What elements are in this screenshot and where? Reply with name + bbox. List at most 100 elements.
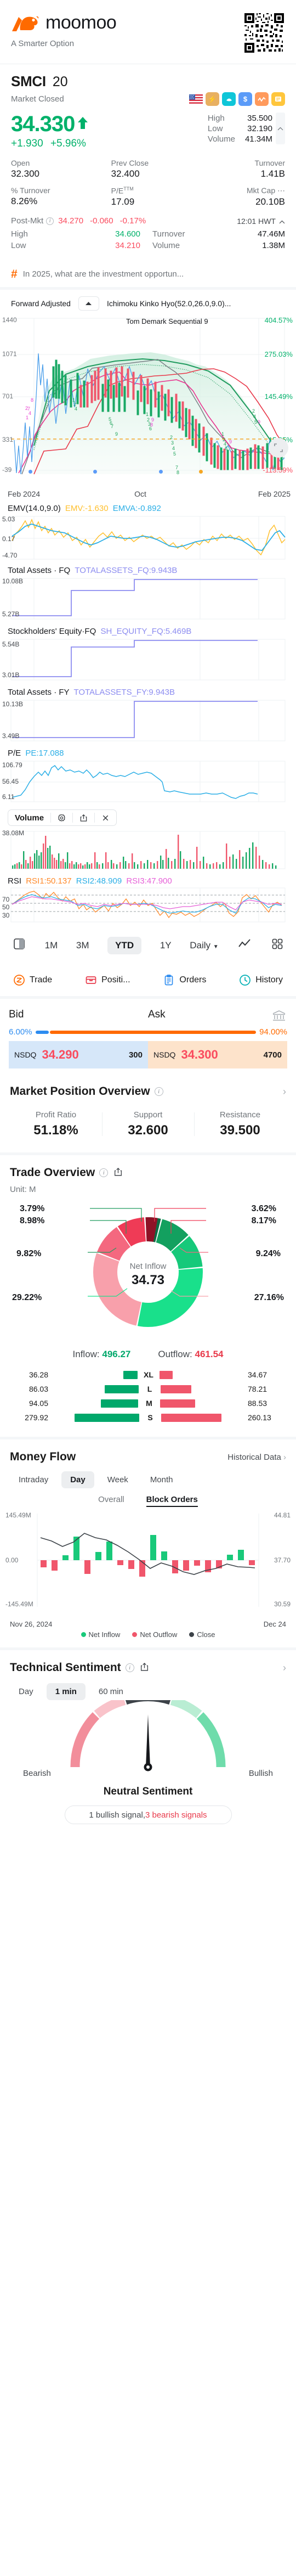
lightning-level1-icon[interactable]: ⚡	[206, 92, 219, 106]
interval-selector[interactable]: Daily ▼	[190, 940, 218, 951]
bid-ask-header: Bid Ask	[9, 1009, 287, 1021]
quote-expand-button[interactable]	[276, 113, 285, 144]
symbol-row[interactable]: SMCI 20	[11, 73, 285, 90]
ts-tab-1min[interactable]: 1 min	[46, 1683, 86, 1700]
period-ytd[interactable]: YTD	[107, 936, 142, 954]
history-label: History	[255, 975, 283, 985]
ts-tab-day[interactable]: Day	[10, 1683, 42, 1700]
subchart-axis-mid: 56.45	[2, 778, 19, 785]
ts-tab-60min[interactable]: 60 min	[90, 1683, 132, 1700]
rsi1-value: RSI1:50.137	[26, 876, 72, 886]
orders-icon	[165, 974, 173, 986]
bank-icon[interactable]	[272, 1010, 286, 1025]
legend-close: Close	[189, 1630, 215, 1639]
market-position-header[interactable]: Market Position Overview i ›	[0, 1074, 296, 1098]
trade-button[interactable]: Trade	[13, 974, 52, 986]
stat-label: P/ETTM	[111, 186, 134, 195]
technical-sentiment-title: Technical Sentiment	[10, 1661, 121, 1674]
bid-ask-ratio-bar: 6.00% 94.00%	[9, 1027, 287, 1037]
info-icon[interactable]: i	[125, 1663, 134, 1672]
dollar-icon[interactable]: $	[238, 92, 252, 106]
subchart-total-assets-fq[interactable]: Total Assets · FQ TOTALASSETS_FQ:9.943B …	[0, 560, 296, 621]
price-main: 34.330 +1.930 +5.96%	[11, 113, 90, 150]
options-icon[interactable]	[222, 92, 236, 106]
chart-x-axis: Feb 2024 Oct Feb 2025	[0, 488, 296, 498]
chevron-up-icon[interactable]	[78, 296, 99, 311]
mf-tab-month[interactable]: Month	[141, 1471, 182, 1488]
row-inflow-bar	[105, 1385, 139, 1393]
grid-icon[interactable]	[271, 935, 284, 955]
period-3m[interactable]: 3M	[76, 940, 89, 951]
chart-r-label-1: 275.03%	[264, 350, 293, 358]
stat-open: Open 32.300	[11, 159, 103, 179]
svg-text:1: 1	[146, 412, 149, 417]
line-chart-icon[interactable]	[237, 935, 252, 955]
event-dot[interactable]	[29, 470, 32, 474]
subchart-body: 10.13B 3.49B	[0, 698, 296, 743]
subchart-total-assets-fy[interactable]: Total Assets · FY TOTALASSETS_FY:9.943B …	[0, 682, 296, 743]
subchart-name: Total Assets · FY	[8, 688, 70, 697]
price-chart[interactable]: Tom Demark Sequential 9 1440 1071 701 33…	[0, 314, 296, 488]
subchart-axis-bot: 5.27B	[2, 610, 20, 618]
subchart-emv[interactable]: EMV(14.0,9.0) EMV:-1.630 EMVA:-0.892 5.0…	[0, 498, 296, 560]
ask-cell[interactable]: NSDQ 34.300 4700	[148, 1041, 287, 1068]
pm-turnover-label: Turnover	[152, 229, 185, 239]
expand-icon[interactable]	[269, 438, 288, 458]
share-icon[interactable]	[73, 814, 94, 822]
flow-breakdown-table: 36.28 XL 34.67 86.03 L 78.21 94.05 M 88.…	[0, 1360, 296, 1437]
news-strip[interactable]: # In 2025, what are the investment oppor…	[0, 261, 296, 287]
volume-axis-top: 38.08M	[2, 829, 25, 837]
subchart-rsi[interactable]: RSI RSI1:50.137 RSI2:48.909 RSI3:47.900 …	[0, 871, 296, 925]
forward-adjusted-label[interactable]: Forward Adjusted	[11, 299, 71, 308]
subchart-volume[interactable]: Volume 38.08M	[0, 804, 296, 871]
event-dot[interactable]	[159, 470, 163, 474]
subchart-value-emv: EMV:-1.630	[65, 504, 109, 513]
period-1y[interactable]: 1Y	[160, 940, 172, 951]
history-button[interactable]: History	[239, 974, 283, 986]
event-dot[interactable]	[93, 470, 97, 474]
chevron-right-icon[interactable]: ›	[283, 1086, 286, 1098]
info-icon[interactable]: i	[46, 217, 54, 225]
chevron-right-icon[interactable]: ›	[283, 1662, 286, 1674]
row-inflow-bar	[75, 1413, 139, 1422]
mf-subtab-overall[interactable]: Overall	[98, 1495, 124, 1507]
chart-line-icon[interactable]	[255, 92, 269, 106]
subchart-value: TOTALASSETS_FQ:9.943B	[75, 566, 178, 575]
positions-button[interactable]: Positi...	[85, 974, 130, 986]
event-dot[interactable]	[199, 470, 203, 474]
subchart-stockholders-equity-fq[interactable]: Stockholders' Equity·FQ SH_EQUITY_FQ:5.4…	[0, 621, 296, 682]
subchart-title: Total Assets · FY TOTALASSETS_FY:9.943B	[0, 688, 296, 698]
rsi2-value: RSI2:48.909	[76, 876, 122, 886]
split-view-icon[interactable]	[12, 934, 26, 957]
share-icon[interactable]	[113, 1167, 123, 1179]
mf-tab-week[interactable]: Week	[99, 1471, 137, 1488]
subchart-title: EMV(14.0,9.0) EMV:-1.630 EMVA:-0.892	[0, 504, 296, 514]
high-value: 35.500	[247, 113, 272, 123]
mf-subtab-block-orders[interactable]: Block Orders	[146, 1495, 198, 1507]
sentiment-signal-summary[interactable]: 1 bullish signal, 3 bearish signals	[64, 1806, 232, 1824]
volume-chip[interactable]: Volume	[8, 809, 117, 826]
subchart-pe[interactable]: P/E PE:17.088 106.79 56.45 6.11	[0, 743, 296, 804]
chevron-up-icon[interactable]	[279, 217, 285, 226]
close-icon[interactable]	[95, 814, 116, 822]
svg-text:5: 5	[173, 451, 176, 457]
info-icon[interactable]: i	[154, 1087, 163, 1096]
stat-mkt-cap[interactable]: Mkt Cap ⋯ 20.10B	[193, 186, 285, 207]
news-icon[interactable]	[271, 92, 285, 106]
gear-icon[interactable]	[51, 814, 72, 822]
historical-data-link[interactable]: Historical Data ›	[227, 1453, 286, 1462]
indicator-label[interactable]: Ichimoku Kinko Hyo(52.0,26.0,9.0)...	[107, 299, 231, 308]
bid-price: 34.290	[42, 1048, 79, 1061]
mf-tab-day[interactable]: Day	[61, 1471, 94, 1488]
row-outflow-bar	[160, 1399, 195, 1408]
info-icon[interactable]: i	[99, 1168, 109, 1177]
share-icon[interactable]	[140, 1662, 149, 1674]
bid-cell[interactable]: NSDQ 34.290 300	[9, 1041, 148, 1068]
orders-button[interactable]: Orders	[163, 974, 206, 986]
row-outflow: 78.21	[248, 1385, 267, 1393]
period-1m[interactable]: 1M	[45, 940, 58, 951]
logo-row: moomoo	[11, 12, 117, 33]
row-outflow: 260.13	[248, 1413, 271, 1422]
donut-center-value: 34.73	[132, 1273, 164, 1287]
mf-tab-intraday[interactable]: Intraday	[10, 1471, 57, 1488]
